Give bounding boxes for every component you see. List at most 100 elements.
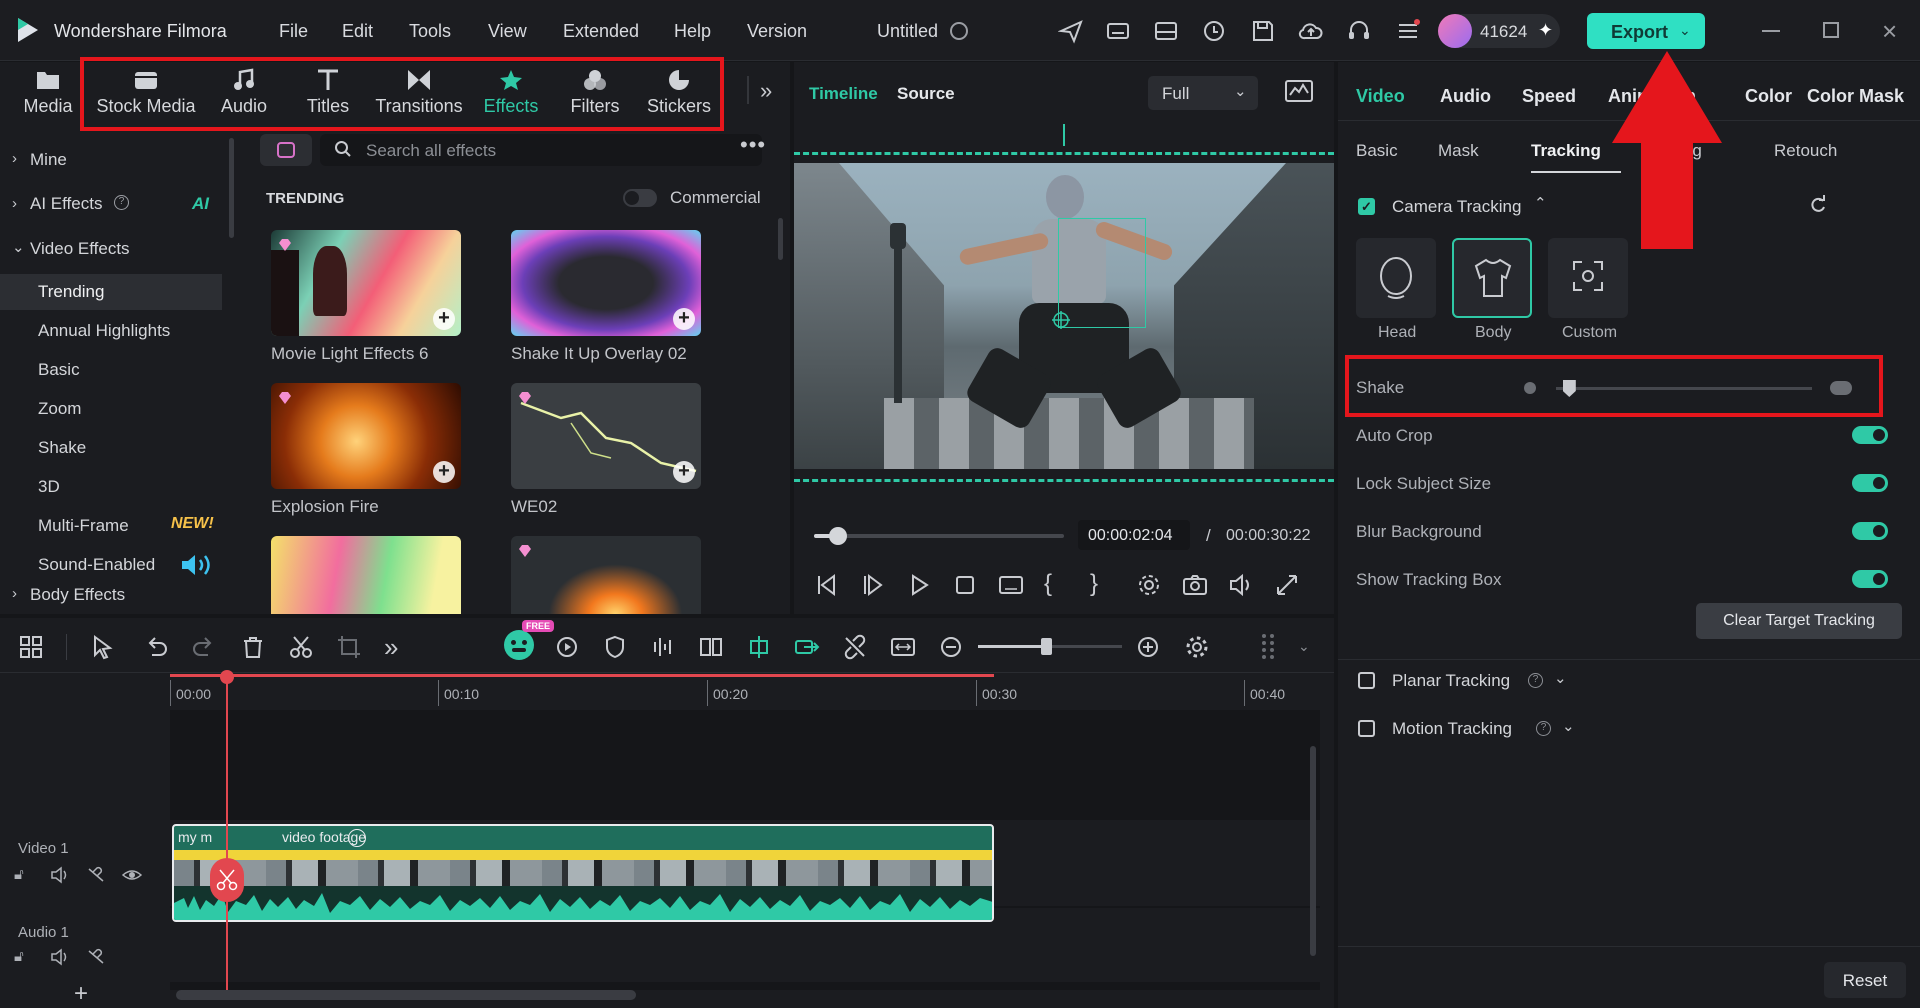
auto-crop-toggle[interactable]: [1852, 426, 1888, 444]
split-screen-icon[interactable]: [698, 634, 724, 660]
playback-progress[interactable]: [814, 527, 1064, 545]
effect-card-rainbow[interactable]: [271, 536, 461, 614]
shield-icon[interactable]: [602, 634, 628, 660]
layout-icon[interactable]: [1153, 18, 1179, 44]
cloud-upload-icon[interactable]: [1298, 18, 1324, 44]
subtab-basic[interactable]: Basic: [1356, 141, 1398, 161]
blur-background-toggle[interactable]: [1852, 522, 1888, 540]
audio-beat-icon[interactable]: [650, 634, 676, 660]
sidebar-item-basic[interactable]: Basic: [38, 360, 80, 380]
tab-color-mask[interactable]: Color Mask: [1807, 86, 1904, 107]
mode-head-button[interactable]: [1356, 238, 1436, 318]
crosshair-icon[interactable]: [1052, 311, 1070, 329]
play-icon[interactable]: [906, 572, 932, 598]
delete-icon[interactable]: [240, 634, 266, 660]
video-preview[interactable]: [794, 163, 1334, 469]
add-icon[interactable]: +: [433, 461, 455, 483]
keyboard-icon[interactable]: [1105, 18, 1131, 44]
render-settings-icon[interactable]: [1136, 572, 1162, 598]
sidebar-video-effects[interactable]: Video Effects: [30, 239, 130, 259]
effect-card-fire[interactable]: [511, 536, 701, 614]
send-icon[interactable]: [1058, 18, 1084, 44]
progress-knob[interactable]: [829, 527, 848, 545]
redo-icon[interactable]: [191, 634, 217, 660]
mute-icon[interactable]: [50, 866, 70, 884]
snapshot-icon[interactable]: [1182, 572, 1208, 598]
mode-custom-button[interactable]: [1548, 238, 1628, 318]
link-clips-icon[interactable]: [794, 634, 820, 660]
add-track-icon[interactable]: +: [74, 980, 88, 1008]
mark-in-icon[interactable]: {: [1044, 570, 1070, 597]
current-time-field[interactable]: 00:00:02:04: [1078, 520, 1190, 550]
timeline-vertical-scrollbar[interactable]: [1310, 746, 1316, 956]
add-icon[interactable]: +: [433, 308, 455, 330]
save-icon[interactable]: [1250, 18, 1276, 44]
menu-file[interactable]: File: [279, 21, 308, 42]
menu-version[interactable]: Version: [747, 21, 807, 42]
sidebar-scrollbar[interactable]: [229, 138, 234, 238]
search-input[interactable]: Search all effects: [320, 134, 762, 166]
volume-icon[interactable]: [1228, 572, 1254, 598]
lock-icon[interactable]: 🔓︎: [14, 866, 24, 883]
playhead-line[interactable]: [226, 672, 228, 990]
sidebar-mine[interactable]: Mine: [30, 150, 67, 170]
help-icon[interactable]: ?: [1536, 721, 1551, 736]
effect-card-movie-light[interactable]: +: [271, 230, 461, 336]
menu-view[interactable]: View: [488, 21, 527, 42]
sidebar-item-zoom[interactable]: Zoom: [38, 399, 81, 419]
export-button[interactable]: Export ⌄: [1587, 13, 1705, 49]
quality-select[interactable]: Full ⌄: [1148, 76, 1258, 110]
play-reverse-icon[interactable]: [860, 572, 886, 598]
headset-icon[interactable]: [1346, 18, 1372, 44]
zoom-in-icon[interactable]: [1135, 634, 1161, 660]
zoom-out-icon[interactable]: [938, 634, 964, 660]
undo-icon[interactable]: [143, 634, 169, 660]
add-icon[interactable]: +: [673, 308, 695, 330]
unlink-icon[interactable]: [842, 634, 868, 660]
speed-ramp-icon[interactable]: [554, 634, 580, 660]
expand-tabs-icon[interactable]: »: [760, 78, 772, 104]
playhead-handle[interactable]: [220, 670, 234, 684]
reset-button[interactable]: Reset: [1824, 962, 1906, 998]
menu-list-icon[interactable]: [1395, 18, 1421, 44]
sidebar-item-sound-enabled[interactable]: Sound-Enabled: [38, 555, 155, 575]
stop-icon[interactable]: [952, 572, 978, 598]
layout-grid-icon[interactable]: [18, 634, 44, 660]
cloud-sync-icon[interactable]: [1201, 18, 1227, 44]
restore-icon[interactable]: [1823, 22, 1839, 38]
chevron-down-icon[interactable]: ⌄: [1298, 638, 1310, 655]
commercial-toggle[interactable]: [623, 189, 657, 207]
zoom-slider-knob[interactable]: [1041, 638, 1052, 655]
sidebar-item-trending[interactable]: Trending: [38, 282, 104, 302]
lock-subject-size-toggle[interactable]: [1852, 474, 1888, 492]
menu-tools[interactable]: Tools: [409, 21, 451, 42]
clear-target-tracking-button[interactable]: Clear Target Tracking: [1696, 603, 1902, 639]
track-link-icon[interactable]: [86, 866, 106, 884]
ai-copilot-icon[interactable]: [504, 630, 534, 660]
tab-timeline[interactable]: Timeline: [809, 84, 878, 104]
chevron-down-icon[interactable]: ⌄: [1562, 717, 1575, 735]
select-tool-icon[interactable]: [90, 634, 116, 660]
camera-tracking-checkbox[interactable]: ✓: [1358, 198, 1375, 215]
help-icon[interactable]: ?: [114, 195, 129, 210]
mark-out-icon[interactable]: }: [1090, 570, 1116, 597]
tracking-box[interactable]: [1058, 218, 1146, 328]
track-link-icon[interactable]: [86, 948, 106, 966]
sidebar-item-shake[interactable]: Shake: [38, 438, 86, 458]
motion-tracking-checkbox[interactable]: [1358, 720, 1375, 737]
timeline-horizontal-scrollbar[interactable]: [176, 990, 636, 1000]
subtab-retouch[interactable]: Retouch: [1774, 141, 1837, 161]
minimize-icon[interactable]: [1762, 30, 1780, 32]
work-area-bar[interactable]: [170, 674, 994, 677]
planar-tracking-checkbox[interactable]: [1358, 672, 1375, 689]
chevron-up-icon[interactable]: ⌃: [1534, 194, 1547, 212]
reset-tracking-icon[interactable]: [1808, 195, 1828, 215]
track-area[interactable]: my m video footage: [170, 670, 1320, 990]
fit-timeline-icon[interactable]: [890, 634, 916, 660]
snap-icon[interactable]: [746, 634, 772, 660]
sidebar-item-annual-highlights[interactable]: Annual Highlights: [38, 321, 170, 341]
time-ruler[interactable]: 00:00 00:10 00:20 00:30 00:40: [170, 674, 1320, 710]
scopes-icon[interactable]: [1284, 78, 1314, 104]
tab-speed[interactable]: Speed: [1522, 86, 1576, 107]
effect-card-shake-overlay[interactable]: +: [511, 230, 701, 336]
